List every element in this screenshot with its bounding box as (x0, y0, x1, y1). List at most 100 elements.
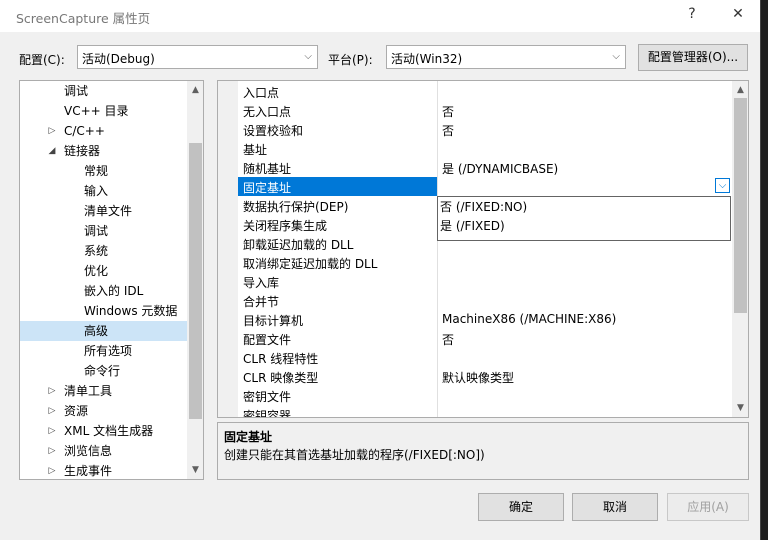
property-row[interactable]: 取消绑定延迟加载的 DLL (218, 253, 733, 272)
config-label: 配置(C): (19, 53, 65, 67)
property-value[interactable]: 是 (/DYNAMICBASE) (442, 160, 558, 177)
config-select[interactable]: 活动(Debug) ⌵ (77, 45, 318, 69)
tree-item[interactable]: 所有选项 (20, 341, 180, 361)
property-row[interactable]: ⌵ 固定基址 (218, 177, 733, 196)
tree-item[interactable]: 输入 (20, 181, 180, 201)
platform-select-value: 活动(Win32) (391, 52, 463, 66)
cancel-button[interactable]: 取消 (572, 493, 658, 521)
tree-item-label: C/C++ (64, 124, 105, 138)
tree-item-label: 嵌入的 IDL (84, 284, 144, 298)
property-row[interactable]: 合并节 (218, 291, 733, 310)
tree-item[interactable]: ▷ XML 文档生成器 (20, 421, 180, 441)
tree-item-label: 输入 (84, 184, 109, 198)
tree-item-label: 浏览信息 (64, 444, 113, 458)
tree-item[interactable]: 系统 (20, 241, 180, 261)
tree-item-label: 清单工具 (64, 384, 113, 398)
expand-arrow-icon[interactable]: ▷ (47, 121, 57, 141)
property-value[interactable]: MachineX86 (/MACHINE:X86) (442, 312, 616, 326)
property-value[interactable]: 否 (442, 122, 454, 139)
apply-button[interactable]: 应用(A) (667, 493, 749, 521)
property-pages-dialog: ScreenCapture 属性页 ? ✕ 配置(C): 活动(Debug) ⌵… (0, 0, 761, 540)
tree-item[interactable]: 调试 (20, 81, 180, 101)
tree-item[interactable]: ▷ 资源 (20, 401, 180, 421)
property-name: 导入库 (243, 276, 280, 290)
property-name: 随机基址 (243, 162, 292, 176)
property-name: 数据执行保护(DEP) (243, 200, 349, 214)
tree-item-label: 常规 (84, 164, 109, 178)
tree-item-label: 调试 (64, 84, 89, 98)
expand-arrow-icon[interactable]: ▷ (47, 461, 57, 479)
chevron-down-icon: ⌵ (304, 51, 312, 62)
property-row[interactable]: 目标计算机 MachineX86 (/MACHINE:X86) (218, 310, 733, 329)
dropdown-option[interactable]: 否 (/FIXED:NO) (440, 198, 527, 217)
tree-scrollbar[interactable]: ▲ ▼ (187, 81, 203, 479)
expand-arrow-icon[interactable]: ▷ (47, 401, 57, 421)
tree-item[interactable]: 高级 (20, 321, 187, 341)
ok-button[interactable]: 确定 (478, 493, 564, 521)
category-tree: 调试 VC++ 目录 ▷ C/C++ ◢ 链接器 常规 输入 清单文件 调试 系统 优化 嵌入的 IDL… (19, 80, 204, 480)
property-name: 密钥容器 (243, 409, 292, 418)
scroll-down-icon[interactable]: ▼ (187, 465, 203, 475)
tree-item-label: 资源 (64, 404, 89, 418)
title-bar: ScreenCapture 属性页 ? ✕ (0, 0, 760, 32)
tree-item-label: 命令行 (84, 364, 121, 378)
property-value[interactable]: 默认映像类型 (442, 369, 514, 386)
tree-item-label: 高级 (84, 324, 109, 338)
property-name: CLR 映像类型 (243, 371, 319, 385)
description-title: 固定基址 (224, 430, 273, 444)
property-value[interactable]: 否 (442, 331, 454, 348)
tree-item[interactable]: ▷ C/C++ (20, 121, 180, 141)
property-value[interactable]: 否 (442, 103, 454, 120)
property-row[interactable]: 导入库 (218, 272, 733, 291)
property-row[interactable]: 入口点 (218, 82, 733, 101)
scroll-up-icon[interactable]: ▲ (187, 85, 203, 95)
tree-item[interactable]: VC++ 目录 (20, 101, 180, 121)
platform-label: 平台(P): (328, 53, 373, 67)
tree-item[interactable]: 优化 (20, 261, 180, 281)
property-name: 合并节 (243, 295, 280, 309)
property-name: 入口点 (243, 86, 280, 100)
collapse-arrow-icon[interactable]: ◢ (47, 141, 57, 161)
tree-item[interactable]: 常规 (20, 161, 180, 181)
grid-scroll-thumb[interactable] (734, 98, 747, 313)
property-name: CLR 线程特性 (243, 352, 319, 366)
tree-item[interactable]: ▷ 清单工具 (20, 381, 180, 401)
dropdown-button[interactable]: ⌵ (715, 178, 730, 193)
tree-item-label: 链接器 (64, 144, 101, 158)
tree-item[interactable]: 清单文件 (20, 201, 180, 221)
scroll-up-icon[interactable]: ▲ (732, 85, 748, 95)
grid-scrollbar[interactable]: ▲ ▼ (732, 81, 748, 417)
property-row[interactable]: 基址 (218, 139, 733, 158)
tree-item[interactable]: ◢ 链接器 (20, 141, 180, 161)
close-button[interactable]: ✕ (728, 6, 748, 22)
fixed-base-dropdown-list: 否 (/FIXED:NO) 是 (/FIXED) (437, 196, 731, 241)
background-editor-strip (760, 0, 768, 540)
scroll-down-icon[interactable]: ▼ (732, 403, 748, 413)
dropdown-option[interactable]: 是 (/FIXED) (440, 217, 505, 236)
tree-item[interactable]: 调试 (20, 221, 180, 241)
expand-arrow-icon[interactable]: ▷ (47, 421, 57, 441)
property-name: 关闭程序集生成 (243, 219, 328, 233)
tree-item[interactable]: ▷ 浏览信息 (20, 441, 180, 461)
property-name: 固定基址 (243, 181, 292, 195)
tree-item[interactable]: 命令行 (20, 361, 180, 381)
property-name: 设置校验和 (243, 124, 304, 138)
expand-arrow-icon[interactable]: ▷ (47, 441, 57, 461)
expand-arrow-icon[interactable]: ▷ (47, 381, 57, 401)
property-row[interactable]: 密钥容器 (218, 405, 733, 418)
property-row[interactable]: 无入口点 否 (218, 101, 733, 120)
property-row[interactable]: CLR 线程特性 (218, 348, 733, 367)
tree-item[interactable]: 嵌入的 IDL (20, 281, 180, 301)
config-manager-button[interactable]: 配置管理器(O)... (638, 44, 748, 71)
property-row[interactable]: 配置文件 否 (218, 329, 733, 348)
platform-select[interactable]: 活动(Win32) ⌵ (386, 45, 626, 69)
tree-scroll-thumb[interactable] (189, 143, 202, 419)
property-row[interactable]: 随机基址 是 (/DYNAMICBASE) (218, 158, 733, 177)
tree-item[interactable]: ▷ 生成事件 (20, 461, 180, 479)
property-row[interactable]: 设置校验和 否 (218, 120, 733, 139)
window-title: ScreenCapture 属性页 (16, 11, 151, 26)
tree-item[interactable]: Windows 元数据 (20, 301, 180, 321)
property-row[interactable]: 密钥文件 (218, 386, 733, 405)
property-row[interactable]: CLR 映像类型 默认映像类型 (218, 367, 733, 386)
help-button[interactable]: ? (682, 6, 702, 22)
